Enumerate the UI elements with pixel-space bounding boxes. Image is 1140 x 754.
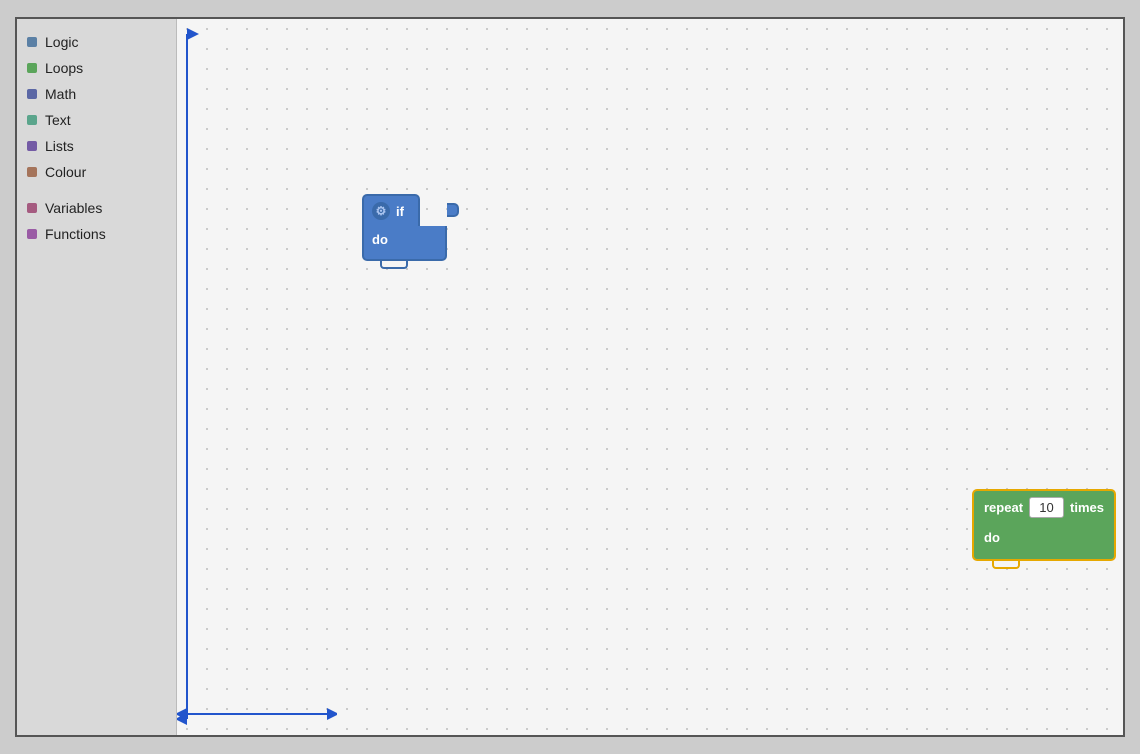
sidebar-label-loops: Loops (45, 60, 83, 76)
sidebar-label-colour: Colour (45, 164, 86, 180)
sidebar-item-lists[interactable]: Lists (17, 133, 176, 159)
do-label: do (372, 232, 388, 247)
main-container: Logic Loops Math Text Lists Colour Varia… (15, 17, 1125, 737)
colour-color-dot (27, 167, 37, 177)
repeat-block-shape: repeat 10 times do (972, 489, 1116, 561)
gear-icon: ⚙ (372, 202, 390, 220)
sidebar-label-text: Text (45, 112, 71, 128)
sidebar-label-logic: Logic (45, 34, 78, 50)
if-block-shape: ⚙ if do (362, 194, 447, 261)
text-color-dot (27, 115, 37, 125)
logic-color-dot (27, 37, 37, 47)
sidebar-item-functions[interactable]: Functions (17, 221, 176, 247)
sidebar-item-logic[interactable]: Logic (17, 29, 176, 55)
sidebar-divider (17, 185, 176, 195)
if-label: if (396, 204, 404, 219)
resize-arrows (177, 19, 337, 735)
variables-color-dot (27, 203, 37, 213)
sidebar-label-variables: Variables (45, 200, 102, 216)
functions-color-dot (27, 229, 37, 239)
sidebar-item-colour[interactable]: Colour (17, 159, 176, 185)
repeat-do-label: do (984, 530, 1000, 545)
lists-color-dot (27, 141, 37, 151)
times-label: times (1070, 500, 1104, 515)
sidebar-label-functions: Functions (45, 226, 106, 242)
if-block[interactable]: ⚙ if do (362, 194, 447, 261)
sidebar-item-math[interactable]: Math (17, 81, 176, 107)
loops-color-dot (27, 63, 37, 73)
repeat-bottom-notch (992, 561, 1020, 569)
sidebar-label-lists: Lists (45, 138, 74, 154)
sidebar: Logic Loops Math Text Lists Colour Varia… (17, 19, 177, 735)
repeat-block[interactable]: repeat 10 times do (972, 489, 1116, 561)
sidebar-label-math: Math (45, 86, 76, 102)
sidebar-item-loops[interactable]: Loops (17, 55, 176, 81)
canvas-area[interactable]: ⚙ if do (177, 19, 1123, 735)
if-bottom-notch (380, 261, 408, 269)
repeat-count-value: 10 (1039, 500, 1053, 515)
math-color-dot (27, 89, 37, 99)
sidebar-item-variables[interactable]: Variables (17, 195, 176, 221)
repeat-label: repeat (984, 500, 1023, 515)
if-right-notch (447, 203, 459, 217)
sidebar-item-text[interactable]: Text (17, 107, 176, 133)
repeat-count-input[interactable]: 10 (1029, 497, 1064, 518)
